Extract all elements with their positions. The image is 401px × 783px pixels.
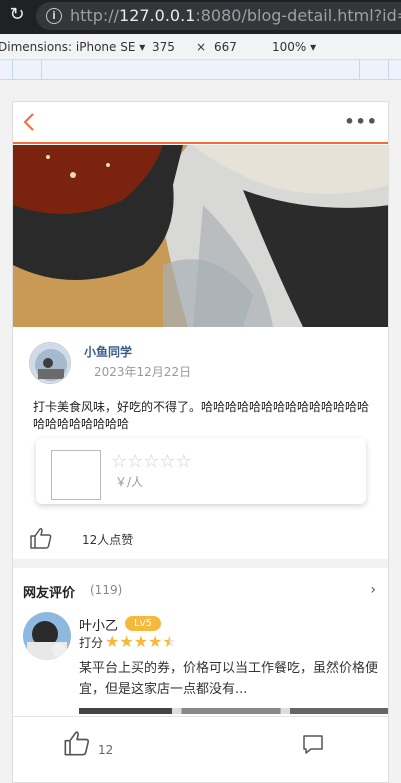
- width-input[interactable]: 375: [152, 40, 175, 54]
- url-field[interactable]: i http://127.0.0.1:8080/blog-detail.html…: [36, 2, 401, 30]
- review-text: 某平台上买的券，价格可以当工作餐吃，虽然价格便宜，但是这家店一点都没有...: [79, 661, 379, 697]
- shop-price: ￥/人: [115, 475, 144, 489]
- post-date: 2023年12月22日: [94, 365, 192, 379]
- media-query-ruler: [0, 60, 401, 80]
- reload-icon[interactable]: ↻: [6, 4, 28, 26]
- score-label: 打分: [79, 636, 104, 650]
- thumbs-up-icon[interactable]: [29, 526, 53, 550]
- device-toolbar: Dimensions: iPhone SE ▾ 375 × 667 100% ▾: [0, 34, 401, 60]
- phone-viewport: ••• 小鱼同学 2023年12月22日 打卡美食风味，好吃的不得了。哈哈哈哈哈…: [12, 101, 389, 783]
- reviewer-avatar[interactable]: [23, 612, 71, 660]
- comment-icon[interactable]: [301, 732, 325, 756]
- star-filled-icon: ★: [133, 632, 149, 651]
- star-half-icon: ★: [162, 632, 177, 651]
- info-icon[interactable]: i: [46, 8, 62, 24]
- times-sign: ×: [196, 40, 207, 54]
- chevron-right-icon[interactable]: ›: [370, 582, 376, 598]
- shop-image: [51, 450, 101, 500]
- browser-address-bar: ↻ i http://127.0.0.1:8080/blog-detail.ht…: [0, 0, 401, 34]
- section-divider: [13, 559, 388, 568]
- height-input[interactable]: 667: [214, 40, 237, 54]
- level-badge: Lv5: [125, 616, 161, 631]
- back-arrow-icon[interactable]: [19, 111, 41, 133]
- shop-rating-stars: ☆☆☆☆☆: [111, 452, 192, 471]
- author-avatar[interactable]: [29, 342, 71, 384]
- review-photos[interactable]: [79, 708, 388, 714]
- star-empty-icon: ☆: [111, 451, 128, 472]
- star-empty-icon: ☆: [175, 451, 192, 472]
- like-count-text: 12人点赞: [82, 533, 134, 547]
- reviews-title: 网友评价: [23, 586, 76, 601]
- star-filled-icon: ★: [119, 632, 134, 651]
- more-options-icon[interactable]: •••: [344, 112, 378, 131]
- url-text: http://127.0.0.1:8080/blog-detail.html?i…: [70, 6, 401, 25]
- star-filled-icon: ★: [105, 632, 120, 651]
- reviews-header[interactable]: 网友评价 (119) ›: [23, 582, 380, 602]
- device-select[interactable]: Dimensions: iPhone SE ▾: [0, 40, 145, 54]
- post-content: 打卡美食风味，好吃的不得了。哈哈哈哈哈哈哈哈哈哈哈哈哈哈哈哈哈哈哈哈哈哈: [33, 400, 370, 431]
- review-rating-stars: ★★★★★: [105, 632, 177, 651]
- thumbs-up-icon[interactable]: [63, 729, 91, 757]
- bottom-like-count: 12: [98, 743, 114, 757]
- star-empty-icon: ☆: [143, 451, 160, 472]
- star-empty-icon: ☆: [127, 451, 144, 472]
- star-empty-icon: ☆: [159, 451, 176, 472]
- star-filled-icon: ★: [148, 632, 163, 651]
- zoom-select[interactable]: 100% ▾: [272, 40, 316, 54]
- reviews-count: (119): [90, 583, 123, 597]
- shop-card[interactable]: ☆☆☆☆☆ ￥/人: [36, 438, 366, 504]
- author-name[interactable]: 小鱼同学: [84, 343, 132, 360]
- bottom-action-bar: 12: [13, 716, 388, 782]
- post-photo: [13, 145, 388, 327]
- top-navbar: •••: [13, 102, 388, 144]
- like-row: 12人点赞: [13, 522, 388, 562]
